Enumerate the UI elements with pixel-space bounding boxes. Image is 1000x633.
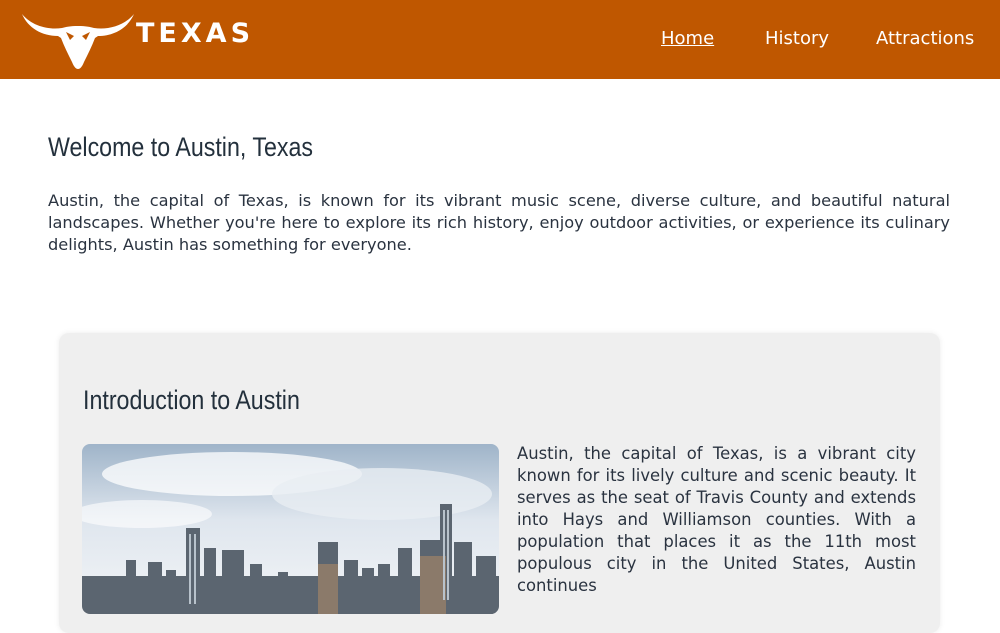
site-header: TEXAS Home History Attractions [0, 0, 1000, 79]
intro-title: Introduction to Austin [83, 385, 300, 415]
page-title: Welcome to Austin, Texas [48, 132, 314, 162]
nav-link-home[interactable]: Home [661, 27, 714, 51]
welcome-paragraph: Austin, the capital of Texas, is known f… [48, 191, 950, 254]
austin-skyline-image [82, 444, 499, 614]
main-nav: Home History Attractions [0, 27, 1000, 57]
nav-link-attractions[interactable]: Attractions [876, 27, 974, 51]
nav-link-history[interactable]: History [765, 27, 829, 51]
intro-paragraph: Austin, the capital of Texas, is a vibra… [517, 444, 916, 595]
